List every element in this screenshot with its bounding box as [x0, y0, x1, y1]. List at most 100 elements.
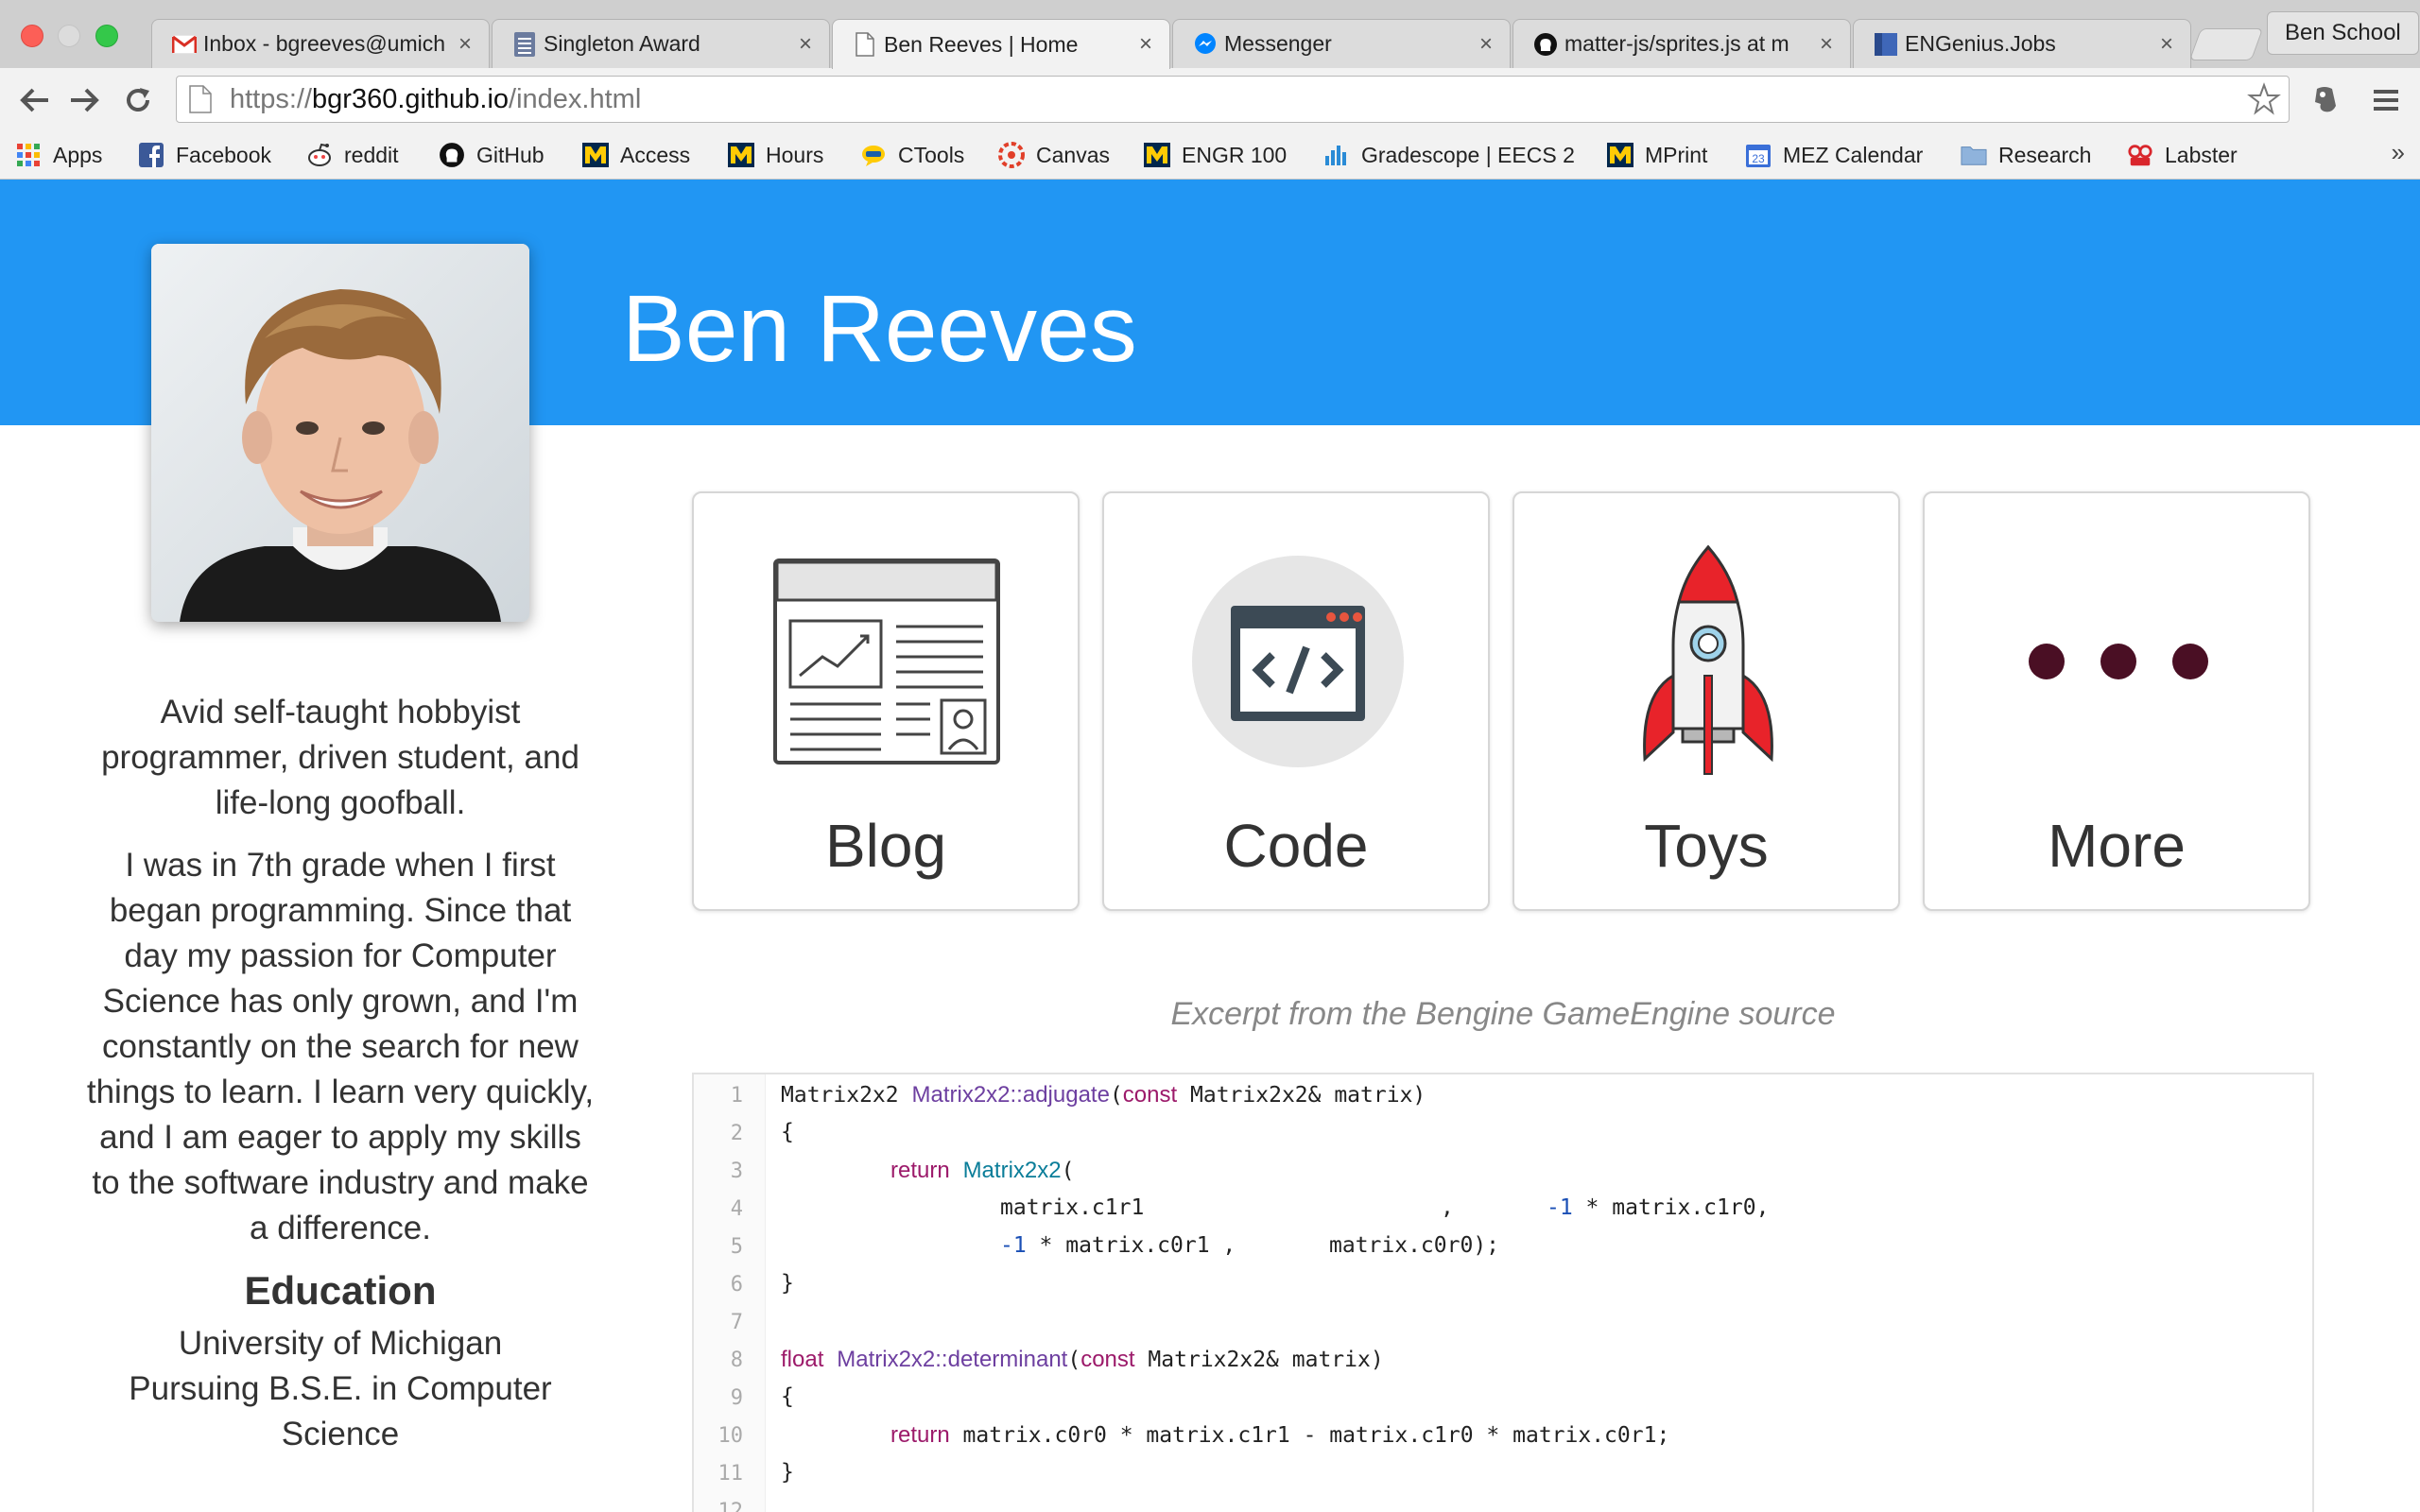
bookmark-hours[interactable]: Hours: [728, 136, 823, 174]
line-number: 10: [717, 1424, 744, 1448]
tab-matter-js[interactable]: matter-js/sprites.js at m ×: [1512, 19, 1851, 68]
address-bar[interactable]: https://bgr360.github.io/index.html: [176, 76, 2290, 123]
line-number: 6: [730, 1273, 743, 1297]
bookmark-github[interactable]: GitHub: [439, 136, 544, 174]
code-token: return: [890, 1422, 950, 1448]
menu-icon[interactable]: [2369, 83, 2403, 117]
code-token: Matrix2x2: [962, 1158, 1062, 1183]
code-token: Matrix2x2& matrix): [1134, 1348, 1384, 1372]
bookmark-engr-100[interactable]: ENGR 100: [1144, 136, 1287, 174]
line-number: 3: [730, 1160, 743, 1183]
url-path: /index.html: [509, 83, 642, 114]
bookmarks-overflow-button[interactable]: »: [2392, 138, 2405, 167]
bookmark-label: Gradescope | EECS 2: [1361, 142, 1575, 167]
folder-icon: [1961, 142, 1987, 168]
evernote-extension-icon[interactable]: [2308, 83, 2342, 117]
code-token: matrix.c0r0);: [1329, 1233, 1500, 1258]
minimize-window-button[interactable]: [58, 25, 80, 47]
code-token: matrix.c0r0 * matrix.c1r1 - matrix.c1r0 …: [949, 1423, 1670, 1448]
bookmark-mprint[interactable]: MPrint: [1607, 136, 1707, 174]
line-number: 12: [717, 1500, 744, 1512]
bookmark-ctools[interactable]: CTools: [860, 136, 964, 174]
education-degree: Pursuing B.S.E. in Computer Science: [129, 1370, 552, 1452]
tab-close-icon[interactable]: ×: [799, 31, 812, 58]
tab-close-icon[interactable]: ×: [458, 31, 472, 58]
bookmark-star-icon[interactable]: [2247, 82, 2281, 116]
code-line: return Matrix2x2(: [890, 1158, 1074, 1184]
tab-close-icon[interactable]: ×: [1820, 31, 1833, 58]
github-icon: [1532, 31, 1559, 58]
code-token: Matrix2x2::adjugate: [911, 1082, 1110, 1108]
code-line: {: [781, 1384, 794, 1409]
calendar-icon: 23: [1745, 142, 1772, 168]
code-token: Matrix2x2::determinant: [837, 1347, 1068, 1372]
education-school: University of Michigan: [178, 1325, 503, 1362]
education-heading: Education: [244, 1268, 437, 1313]
code-card[interactable]: Code: [1102, 491, 1490, 911]
code-line: float Matrix2x2::determinant(const Matri…: [781, 1347, 1384, 1372]
close-window-button[interactable]: [21, 25, 43, 47]
reload-icon: [127, 88, 149, 112]
line-number: 9: [730, 1386, 743, 1410]
tab-close-icon[interactable]: ×: [1139, 31, 1152, 58]
umich-block-m-icon: [1144, 142, 1170, 168]
tab-engenius-jobs[interactable]: ENGenius.Jobs ×: [1853, 19, 2191, 68]
tab-close-icon[interactable]: ×: [1479, 31, 1493, 58]
code-token: ,: [1441, 1195, 1454, 1220]
card-label: Code: [1223, 812, 1369, 880]
toolbar: https://bgr360.github.io/index.html: [0, 68, 2420, 132]
back-button[interactable]: [13, 79, 55, 121]
bookmark-reddit[interactable]: reddit: [306, 136, 399, 174]
bookmark-label: Hours: [766, 142, 824, 167]
gradescope-icon: [1323, 142, 1350, 168]
tab-title: Messenger: [1224, 31, 1332, 56]
bookmark-access[interactable]: Access: [582, 136, 690, 174]
sheets-icon: [511, 31, 538, 58]
line-number: 1: [730, 1084, 743, 1108]
apps-grid-icon: [15, 142, 42, 168]
more-card[interactable]: More: [1923, 491, 2310, 911]
bookmark-label: ENGR 100: [1182, 142, 1288, 167]
canvas-icon: [998, 142, 1025, 168]
bookmark-label: Apps: [53, 142, 103, 167]
line-number: 8: [730, 1349, 743, 1372]
url-text: https://bgr360.github.io/index.html: [230, 84, 641, 115]
forward-button[interactable]: [64, 79, 106, 121]
engenius-icon: [1873, 31, 1899, 58]
tab-messenger[interactable]: Messenger ×: [1172, 19, 1511, 68]
code-token: (: [1061, 1159, 1075, 1183]
bookmark-gradescope[interactable]: Gradescope | EECS 2: [1323, 136, 1579, 174]
bookmark-label: MEZ Calendar: [1783, 142, 1924, 167]
card-label: Blog: [824, 812, 947, 880]
reload-button[interactable]: [117, 79, 159, 121]
bookmark-mez-calendar[interactable]: 23 MEZ Calendar: [1745, 136, 1923, 174]
zoom-window-button[interactable]: [95, 25, 118, 47]
code-line: }: [781, 1271, 794, 1296]
bookmark-label: reddit: [344, 142, 399, 167]
browser-chrome: Inbox - bgreeves@umich × Singleton Award…: [0, 0, 2420, 180]
tab-title: matter-js/sprites.js at m: [1564, 31, 1789, 56]
bookmark-label: GitHub: [476, 142, 544, 167]
page-icon: [186, 83, 215, 115]
code-line: -1 * matrix.c0r1 ,: [1000, 1233, 1236, 1258]
line-number: 7: [730, 1311, 743, 1334]
bookmark-apps[interactable]: Apps: [15, 136, 102, 174]
github-icon: [439, 142, 465, 168]
ctools-icon: [860, 142, 887, 168]
code-token: const: [1080, 1347, 1135, 1372]
tab-inbox[interactable]: Inbox - bgreeves@umich ×: [151, 19, 490, 68]
bookmark-research[interactable]: Research: [1961, 136, 2091, 174]
tab-ben-reeves-home[interactable]: Ben Reeves | Home ×: [832, 19, 1170, 69]
sidebar-bio: Avid self-taught hobbyist programmer, dr…: [85, 690, 596, 1457]
bookmark-canvas[interactable]: Canvas: [998, 136, 1110, 174]
tab-close-icon[interactable]: ×: [2160, 31, 2173, 58]
profile-button[interactable]: Ben School: [2267, 11, 2419, 55]
rocket-icon: [1585, 539, 1831, 784]
bookmark-labster[interactable]: Labster: [2127, 136, 2238, 174]
code-token: Matrix2x2: [781, 1083, 912, 1108]
new-tab-button[interactable]: [2188, 28, 2264, 60]
toys-card[interactable]: Toys: [1512, 491, 1900, 911]
tab-singleton-award[interactable]: Singleton Award ×: [492, 19, 830, 68]
blog-card[interactable]: Blog: [692, 491, 1080, 911]
bookmark-facebook[interactable]: Facebook: [138, 136, 271, 174]
